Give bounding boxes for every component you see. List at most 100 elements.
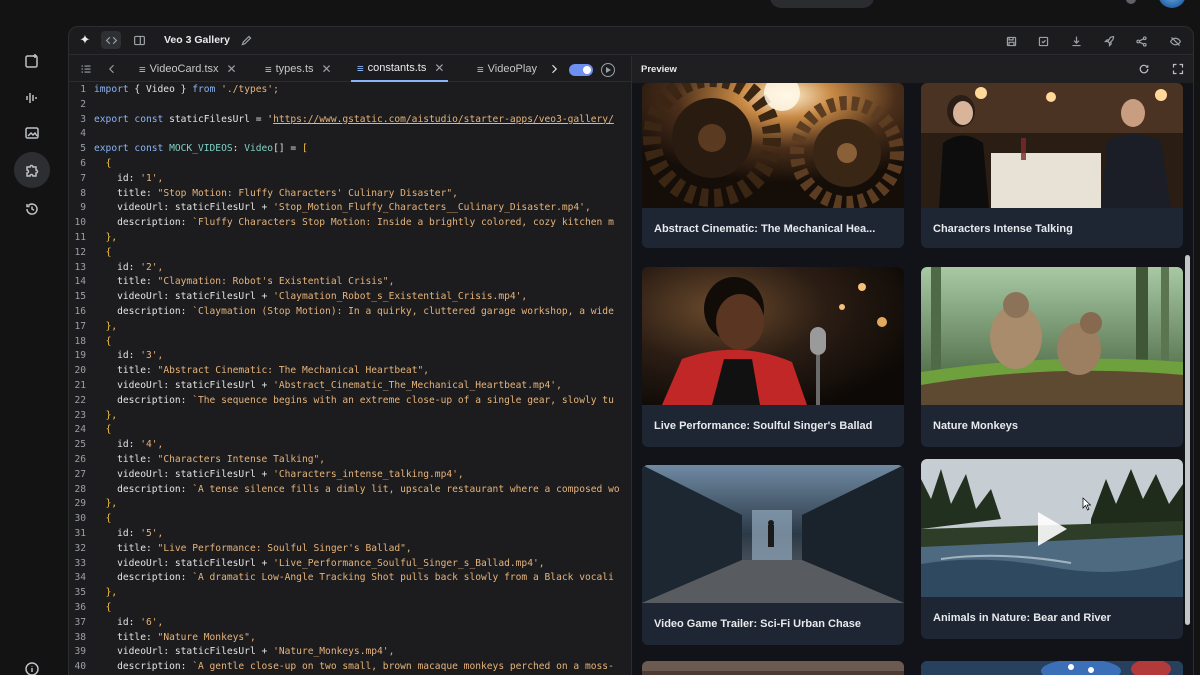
code-token: },	[105, 587, 118, 599]
code-area[interactable]: 1 import { Video } from './types'; 2 3 expor…	[69, 83, 631, 675]
line-number: 34	[74, 572, 86, 584]
play-icon[interactable]	[1035, 510, 1069, 548]
code-text: {	[94, 601, 112, 616]
line-number: 28	[74, 483, 86, 495]
video-card[interactable]: Characters Intense Talking	[921, 83, 1183, 248]
code-token: import	[94, 84, 129, 95]
code-token: description:	[117, 661, 193, 673]
save-as-icon[interactable]	[1034, 32, 1052, 50]
line-number: 38	[74, 631, 86, 643]
video-card[interactable]: Animals in Nature: Bear and River	[921, 459, 1183, 639]
code-text: title: "Abstract Cinematic: The Mechanic…	[94, 364, 429, 379]
code-text: title: "Live Performance: Soulful Singer…	[94, 542, 412, 557]
scrollbar-thumb[interactable]	[1185, 255, 1190, 625]
video-title: Video Game Trailer: Sci-Fi Urban Chase	[654, 618, 862, 630]
line-number: 5	[80, 143, 86, 155]
chevron-right-icon[interactable]	[547, 62, 561, 76]
avatar[interactable]	[1158, 0, 1186, 8]
close-tab-icon[interactable]: ✕	[227, 62, 237, 76]
top-pill-button[interactable]	[770, 0, 874, 8]
device-preview-icon[interactable]	[129, 31, 149, 49]
code-text: videoUrl: staticFilesUrl + 'Abstract_Cin…	[94, 379, 562, 394]
refresh-icon[interactable]	[1136, 61, 1152, 77]
code-text: videoUrl: staticFilesUrl + 'Characters_i…	[94, 468, 464, 483]
line-number: 12	[74, 246, 86, 258]
code-text: description: `Claymation (Stop Motion): …	[94, 305, 614, 320]
video-thumbnail	[921, 267, 1183, 405]
code-token: "Stop Motion: Fluffy Characters' Culinar…	[157, 187, 458, 199]
code-text: description: `A tense silence fills a di…	[94, 483, 620, 498]
code-view-icon[interactable]	[101, 31, 121, 49]
build-puzzle-icon[interactable]	[14, 152, 50, 188]
video-card[interactable]: Video Game Trailer: Sci-Fi Urban Chase	[642, 465, 904, 645]
code-token: videoUrl: staticFilesUrl +	[117, 468, 274, 480]
tab-videoplayer[interactable]: ≡ VideoPlay	[477, 56, 537, 82]
code-token: {	[105, 246, 112, 258]
code-text: id: '3',	[94, 349, 163, 364]
preview-title: Preview	[641, 64, 677, 75]
audio-waveform-icon[interactable]	[14, 80, 50, 116]
file-list-icon[interactable]	[79, 62, 93, 76]
code-text: id: '6',	[94, 616, 163, 631]
video-card[interactable]: Abstract Cinematic: The Mechanical Hea..…	[642, 83, 904, 248]
tab-types[interactable]: ≡ types.ts ✕	[265, 56, 332, 82]
video-card[interactable]: Live Performance: Soulful Singer's Balla…	[642, 267, 904, 447]
chevron-left-icon[interactable]	[105, 62, 119, 76]
run-play-icon[interactable]	[601, 63, 615, 77]
close-tab-icon[interactable]: ✕	[434, 61, 444, 75]
video-gallery[interactable]: Abstract Cinematic: The Mechanical Hea..…	[632, 83, 1193, 675]
video-thumbnail	[921, 83, 1183, 208]
hide-eye-icon[interactable]	[1166, 32, 1184, 50]
fullscreen-icon[interactable]	[1170, 61, 1186, 77]
share-icon[interactable]	[1132, 32, 1150, 50]
video-card[interactable]	[642, 661, 904, 675]
code-token: description:	[117, 217, 193, 229]
code-token: [	[301, 143, 308, 155]
code-token: export const	[94, 143, 164, 155]
code-token: 'Characters_intense_talking.mp4',	[273, 468, 464, 480]
line-number: 33	[74, 557, 86, 569]
tab-videocard[interactable]: ≡ VideoCard.tsx ✕	[139, 56, 237, 82]
code-text: title: "Claymation: Robot's Existential …	[94, 275, 394, 290]
code-text: title: "Nature Monkeys",	[94, 631, 256, 646]
close-tab-icon[interactable]: ✕	[322, 62, 332, 76]
edit-title-pencil-icon[interactable]	[238, 32, 254, 48]
code-token: `The sequence begins with an extreme clo…	[192, 394, 614, 406]
line-number: 39	[74, 646, 86, 658]
tab-constants[interactable]: ≡ constants.ts ✕	[351, 56, 449, 82]
new-chat-icon[interactable]	[14, 43, 50, 79]
preview-pane: Preview Abstract Cinematic: The Mechanic…	[631, 56, 1193, 675]
line-number: 1	[80, 84, 86, 95]
line-number: 7	[80, 172, 86, 184]
code-text: },	[94, 409, 118, 424]
deploy-rocket-icon[interactable]	[1100, 32, 1118, 50]
code-text: export const staticFilesUrl = 'https://w…	[94, 113, 614, 128]
code-text: },	[94, 497, 118, 512]
history-icon[interactable]	[14, 191, 50, 227]
save-icon[interactable]	[1002, 32, 1020, 50]
video-card[interactable]	[921, 661, 1183, 675]
code-token: '4',	[140, 439, 164, 451]
video-card[interactable]: Nature Monkeys	[921, 267, 1183, 447]
top-menu-icon[interactable]	[1126, 0, 1136, 4]
code-token: './types';	[215, 84, 279, 95]
sparkle-icon[interactable]: ✦	[77, 32, 93, 48]
info-icon[interactable]	[14, 651, 50, 675]
line-number: 20	[74, 365, 86, 377]
line-number: 31	[74, 528, 86, 539]
image-gallery-icon[interactable]	[14, 115, 50, 151]
code-token: { Video }	[128, 84, 193, 95]
download-icon[interactable]	[1067, 32, 1085, 50]
code-token: description:	[117, 483, 193, 495]
code-text: },	[94, 231, 118, 246]
preview-toggle[interactable]	[569, 64, 593, 76]
